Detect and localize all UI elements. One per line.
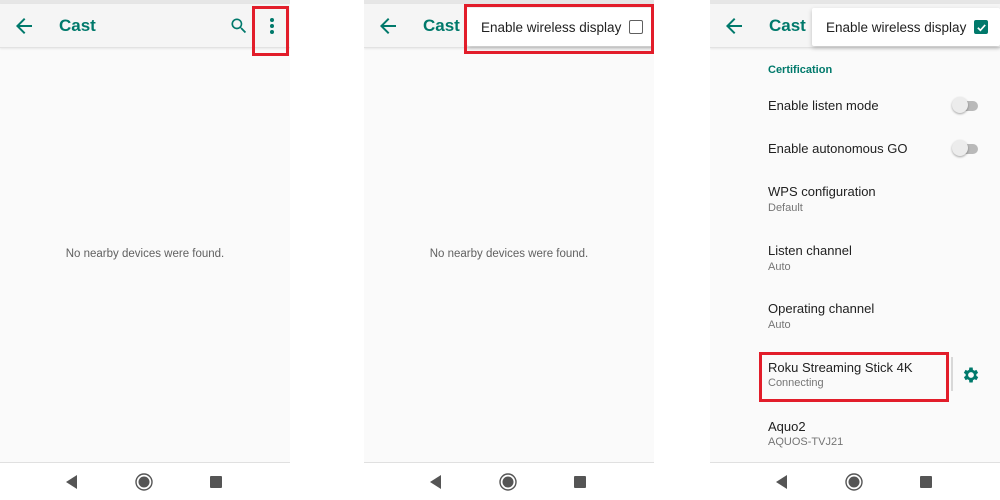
- navigation-bar: [0, 462, 290, 500]
- pref-title: WPS configuration: [768, 184, 876, 199]
- device-status: AQUOS-TVJ21: [768, 436, 844, 448]
- menu-item-label: Enable wireless display: [481, 19, 622, 35]
- pref-title: Enable listen mode: [768, 98, 879, 113]
- arrow-back-icon[interactable]: [12, 14, 36, 38]
- nav-home-icon[interactable]: [134, 472, 154, 492]
- pref-listen-channel[interactable]: Listen channel Auto: [710, 237, 1000, 277]
- listen-mode-toggle[interactable]: [952, 97, 980, 113]
- nav-recents-icon[interactable]: [916, 472, 936, 492]
- navigation-bar: [364, 462, 654, 500]
- nav-home-icon[interactable]: [498, 472, 518, 492]
- page-title: Cast: [769, 16, 806, 35]
- enable-wireless-display-menu-item[interactable]: Enable wireless display: [467, 8, 654, 46]
- nav-recents-icon[interactable]: [206, 472, 226, 492]
- screen-cast-menu-open: Cast Enable wireless display No nearby d…: [364, 0, 654, 500]
- pref-summary: Auto: [768, 261, 791, 273]
- device-roku-streaming-stick-4k[interactable]: Roku Streaming Stick 4K Connecting: [710, 353, 1000, 393]
- app-bar: Cast: [0, 4, 290, 48]
- check-icon: [977, 23, 986, 31]
- screen-cast-enabled: Cast Enable wireless display Certificati…: [710, 0, 1000, 500]
- enable-wireless-display-menu-item[interactable]: Enable wireless display: [812, 8, 1000, 46]
- empty-state-message: No nearby devices were found.: [429, 248, 589, 260]
- navigation-bar: [710, 462, 1000, 500]
- device-aquo2[interactable]: Aquo2 AQUOS-TVJ21: [710, 412, 1000, 452]
- checkbox-unchecked[interactable]: [629, 20, 644, 34]
- screen-cast-empty: Cast No nearby devices were found.: [0, 0, 290, 500]
- pref-title: Operating channel: [768, 301, 875, 316]
- page-title: Cast: [59, 16, 96, 35]
- section-header-certification: Certification: [768, 64, 833, 76]
- autonomous-go-toggle[interactable]: [952, 140, 980, 156]
- pref-title: Listen channel: [768, 243, 852, 258]
- gear-icon[interactable]: [961, 365, 981, 385]
- empty-state-message: No nearby devices were found.: [65, 248, 225, 260]
- device-status: Connecting: [768, 377, 824, 389]
- pref-title: Enable autonomous GO: [768, 141, 908, 156]
- search-icon[interactable]: [229, 16, 249, 36]
- vertical-divider: [951, 357, 953, 391]
- pref-operating-channel[interactable]: Operating channel Auto: [710, 295, 1000, 335]
- pref-wps-configuration[interactable]: WPS configuration Default: [710, 178, 1000, 218]
- menu-item-label: Enable wireless display: [826, 19, 967, 35]
- more-vert-icon[interactable]: [262, 14, 282, 38]
- device-name: Aquo2: [768, 419, 806, 434]
- pref-summary: Default: [768, 202, 803, 214]
- arrow-back-icon[interactable]: [376, 14, 400, 38]
- pref-enable-listen-mode[interactable]: Enable listen mode: [710, 92, 1000, 122]
- nav-back-icon[interactable]: [62, 472, 82, 492]
- arrow-back-icon[interactable]: [722, 14, 746, 38]
- nav-back-icon[interactable]: [426, 472, 446, 492]
- pref-summary: Auto: [768, 319, 791, 331]
- checkbox-checked[interactable]: [974, 20, 989, 34]
- page-title: Cast: [423, 16, 460, 35]
- nav-home-icon[interactable]: [844, 472, 864, 492]
- nav-recents-icon[interactable]: [570, 472, 590, 492]
- nav-back-icon[interactable]: [772, 472, 792, 492]
- pref-enable-autonomous-go[interactable]: Enable autonomous GO: [710, 135, 1000, 165]
- device-name: Roku Streaming Stick 4K: [768, 360, 913, 375]
